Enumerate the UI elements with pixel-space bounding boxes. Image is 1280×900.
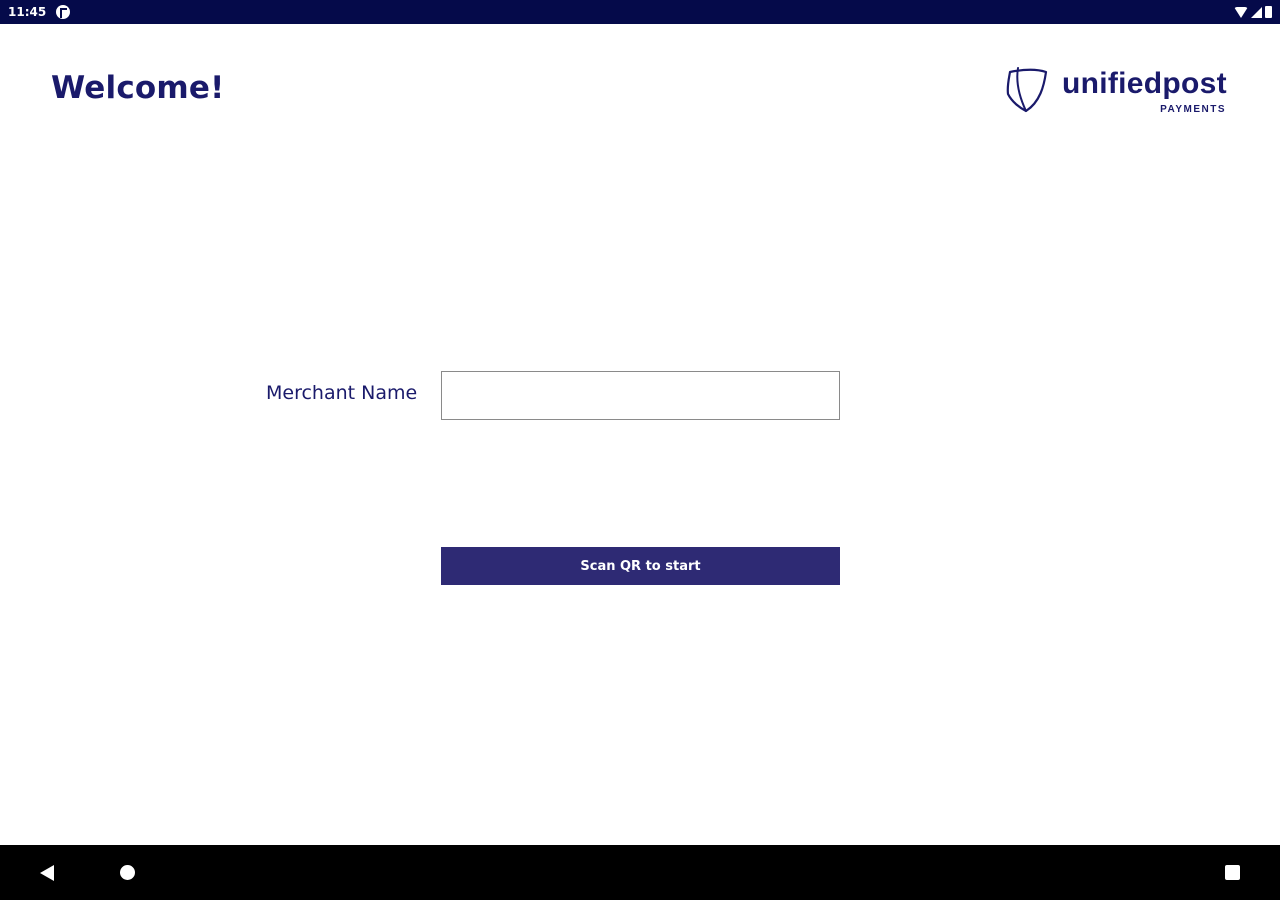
battery-icon	[1265, 6, 1272, 18]
app-screen: 11:45 Welcome! unifiedpost PAYMENTS Merc…	[0, 0, 1280, 900]
merchant-name-label: Merchant Name	[266, 382, 418, 404]
merchant-name-input[interactable]	[441, 371, 840, 420]
scan-qr-button[interactable]: Scan QR to start	[441, 547, 840, 585]
app-notification-icon	[56, 5, 70, 19]
recents-icon[interactable]	[1225, 865, 1240, 880]
navigation-bar	[0, 845, 1280, 900]
status-icons	[1234, 4, 1272, 20]
page-title: Welcome!	[51, 70, 225, 106]
status-bar: 11:45	[0, 0, 1280, 24]
logo-subtitle: PAYMENTS	[1160, 104, 1226, 115]
shield-icon	[1006, 67, 1048, 113]
brand-logo: unifiedpost PAYMENTS	[1004, 62, 1234, 118]
back-icon[interactable]	[40, 865, 54, 881]
signal-icon	[1251, 6, 1262, 18]
logo-wordmark: unifiedpost	[1062, 67, 1227, 100]
home-icon[interactable]	[120, 865, 135, 880]
wifi-icon	[1234, 6, 1248, 18]
status-time: 11:45	[8, 5, 47, 19]
